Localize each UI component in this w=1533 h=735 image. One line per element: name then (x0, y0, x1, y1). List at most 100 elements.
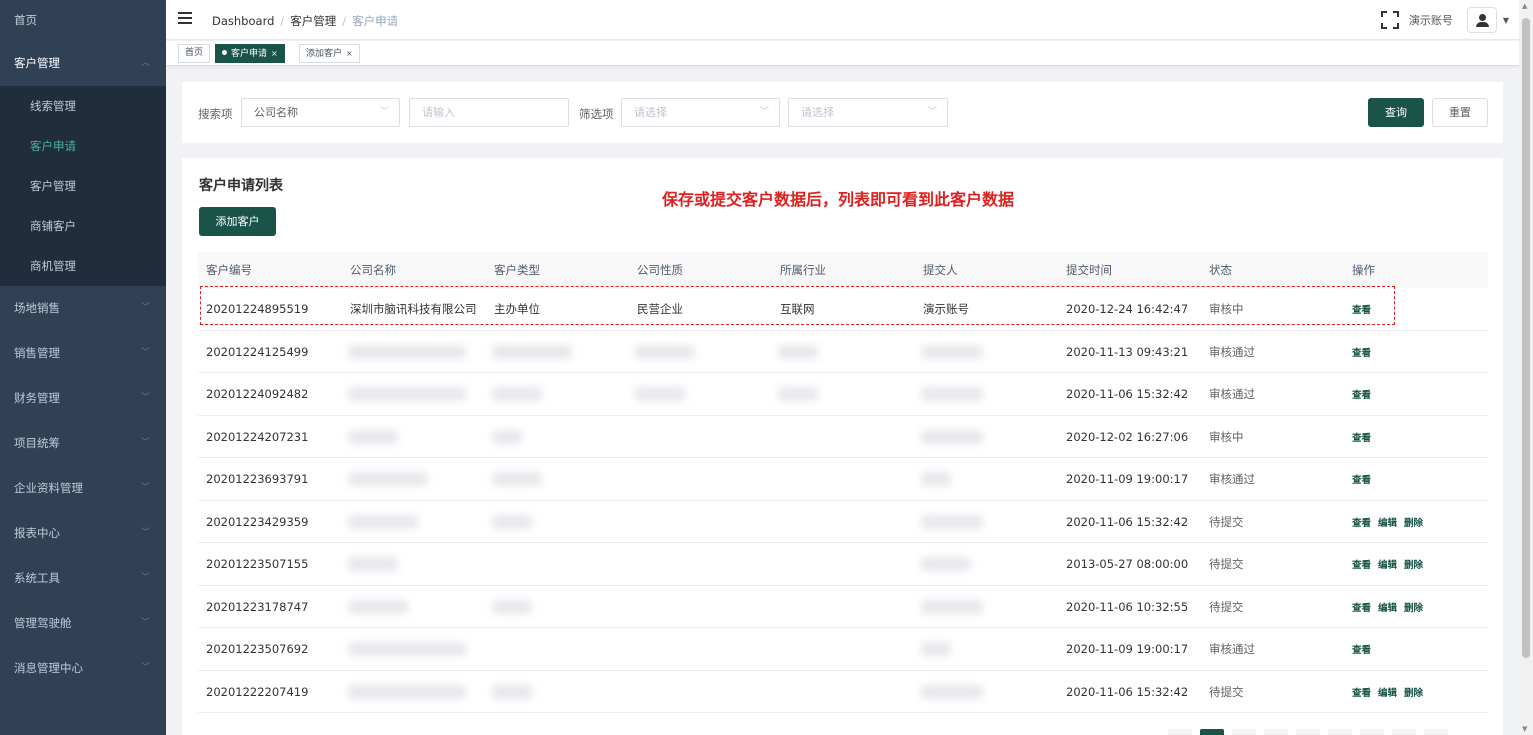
sidebar-item-menu[interactable]: 项目统筹 ﹀ (0, 421, 166, 466)
view-link[interactable]: 查看 (1352, 475, 1371, 486)
page-button[interactable] (1328, 729, 1352, 735)
edit-link[interactable]: 编辑 (1378, 688, 1397, 699)
redacted-text (492, 684, 532, 699)
view-link[interactable]: 查看 (1352, 348, 1371, 359)
table-cell-nature: 民营企业 (637, 302, 683, 316)
view-link[interactable]: 查看 (1352, 433, 1371, 444)
sidebar-item-label: 企业资料管理 (14, 481, 83, 495)
sidebar-item-shop-customer[interactable]: 商铺客户 (0, 206, 166, 246)
view-link[interactable]: 查看 (1352, 603, 1371, 614)
sidebar-item-label: 场地销售 (14, 301, 60, 315)
page-button[interactable] (1296, 729, 1320, 735)
fullscreen-icon[interactable] (1380, 11, 1399, 29)
sidebar-item-label: 首页 (14, 13, 37, 27)
redacted-text (492, 514, 532, 529)
page-button[interactable] (1168, 729, 1192, 735)
table-cell-time: 2020-11-06 15:32:42 (1066, 514, 1189, 529)
tags-view: 首页 客户申请 × 添加客户 × (166, 41, 1519, 66)
select-placeholder: 请选择 (801, 106, 834, 119)
add-customer-button[interactable]: 添加客户 (199, 207, 276, 236)
delete-link[interactable]: 删除 (1404, 560, 1423, 571)
view-link[interactable]: 查看 (1352, 560, 1371, 571)
table-cell-actions: 查看 编辑 删除 (1344, 543, 1488, 585)
table-cell-type (486, 671, 629, 713)
table-cell-submitter (915, 543, 1058, 585)
view-link[interactable]: 查看 (1352, 518, 1371, 529)
column-header: 客户类型 (494, 263, 540, 277)
sidebar-item-menu[interactable]: 消息管理中心 ﹀ (0, 646, 166, 691)
page-button[interactable] (1264, 729, 1288, 735)
page-button[interactable] (1424, 729, 1448, 735)
table-cell-company (342, 586, 486, 628)
table-cell-nature (629, 331, 772, 373)
redacted-text (492, 344, 572, 359)
close-icon[interactable]: × (346, 49, 353, 58)
query-button[interactable]: 查询 (1368, 98, 1424, 127)
table-cell-company (342, 628, 486, 670)
tag-label: 添加客户 (306, 49, 343, 59)
scroll-thumb[interactable] (1522, 18, 1530, 658)
view-link[interactable]: 查看 (1352, 390, 1371, 401)
sidebar-item-customer-manage[interactable]: 客户管理 (0, 166, 166, 206)
sidebar-item-menu[interactable]: 场地销售 ﹀ (0, 286, 166, 331)
hamburger-icon[interactable] (178, 12, 192, 24)
table-cell-status: 审核中 (1209, 429, 1244, 444)
sidebar-item-customer-apply[interactable]: 客户申请 (0, 126, 166, 166)
page-button[interactable] (1232, 729, 1256, 735)
delete-link[interactable]: 删除 (1404, 688, 1423, 699)
search-field-select[interactable]: 公司名称 ﹀ (241, 98, 400, 127)
view-link[interactable]: 查看 (1352, 305, 1371, 316)
table-cell-actions: 查看 编辑 删除 (1344, 671, 1488, 713)
table-cell-industry (772, 543, 915, 585)
breadcrumb-item: 客户申请 (352, 14, 399, 28)
filter-select-2[interactable]: 请选择 ﹀ (788, 98, 948, 127)
close-icon[interactable]: × (271, 49, 278, 58)
page-button[interactable] (1392, 729, 1416, 735)
table-cell-id: 20201223507692 (206, 642, 309, 656)
breadcrumb-item[interactable]: 客户管理 (290, 14, 336, 28)
breadcrumb-item[interactable]: Dashboard (212, 14, 274, 28)
edit-link[interactable]: 编辑 (1378, 603, 1397, 614)
table-cell-type (486, 458, 629, 500)
filter-select-1[interactable]: 请选择 ﹀ (621, 98, 780, 127)
search-panel: 搜索项 公司名称 ﹀ 请输入 筛选项 请选择 ﹀ 请选择 ﹀ 查询 重置 (182, 82, 1503, 143)
search-input[interactable]: 请输入 (409, 98, 569, 127)
table-cell-actions: 查看 (1344, 628, 1488, 670)
sidebar-item-opportunity[interactable]: 商机管理 (0, 246, 166, 286)
sidebar-item-menu[interactable]: 报表中心 ﹀ (0, 511, 166, 556)
redacted-text (348, 429, 398, 444)
view-link[interactable]: 查看 (1352, 645, 1371, 656)
sidebar-item-customer-mgmt[interactable]: 客户管理 ︿ (0, 40, 166, 86)
table-cell-nature (629, 416, 772, 458)
table-cell-industry (772, 501, 915, 543)
sidebar-item-menu[interactable]: 销售管理 ﹀ (0, 331, 166, 376)
input-placeholder: 请输入 (422, 106, 455, 119)
view-link[interactable]: 查看 (1352, 688, 1371, 699)
table-cell-company (342, 416, 486, 458)
sidebar-item-menu[interactable]: 企业资料管理 ﹀ (0, 466, 166, 511)
sidebar-item-menu[interactable]: 财务管理 ﹀ (0, 376, 166, 421)
sidebar-item-menu[interactable]: 系统工具 ﹀ (0, 556, 166, 601)
delete-link[interactable]: 删除 (1404, 603, 1423, 614)
avatar[interactable] (1466, 7, 1497, 33)
tag-add-customer[interactable]: 添加客户 × (299, 44, 360, 63)
sidebar-item-menu[interactable]: 管理驾驶舱 ﹀ (0, 601, 166, 646)
table-cell-status: 审核通过 (1209, 344, 1255, 359)
delete-link[interactable]: 删除 (1404, 518, 1423, 529)
tag-home[interactable]: 首页 (178, 44, 211, 63)
reset-button[interactable]: 重置 (1432, 98, 1488, 127)
scrollbar[interactable]: ▲ ▼ (1519, 0, 1533, 735)
table-cell-company (342, 543, 486, 585)
edit-link[interactable]: 编辑 (1378, 560, 1397, 571)
sidebar-item-leads[interactable]: 线索管理 (0, 86, 166, 126)
scroll-down-icon[interactable]: ▼ (1522, 725, 1527, 733)
redacted-text (348, 344, 466, 359)
tag-customer-apply[interactable]: 客户申请 × (215, 44, 285, 63)
sidebar-item-label: 消息管理中心 (14, 661, 83, 675)
page-button[interactable] (1200, 729, 1224, 735)
scroll-up-icon[interactable]: ▲ (1522, 2, 1527, 10)
sidebar-item-home[interactable]: 首页 (0, 0, 166, 40)
edit-link[interactable]: 编辑 (1378, 518, 1397, 529)
page-button[interactable] (1360, 729, 1384, 735)
caret-down-icon[interactable]: ▼ (1503, 16, 1509, 25)
